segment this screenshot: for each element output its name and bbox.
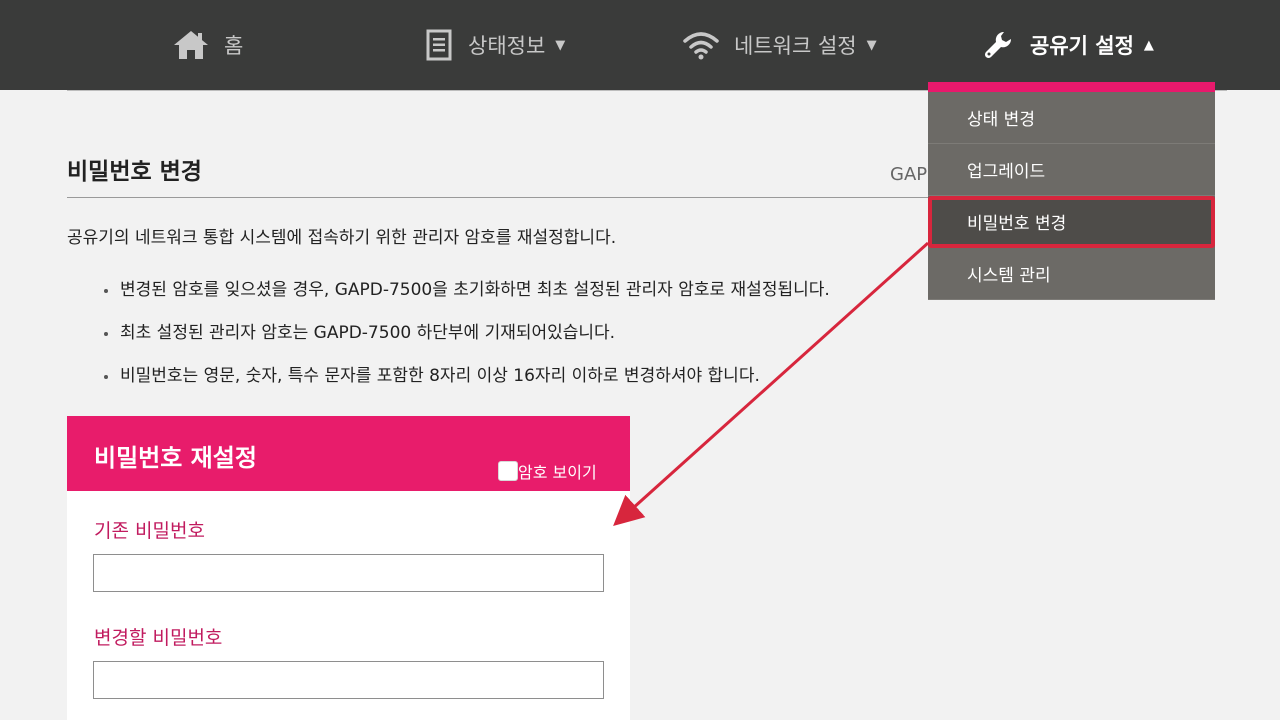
top-navigation: 홈 상태정보 ▼ 네트워크 설정 ▼ 공유기 설정 ▲	[0, 0, 1280, 90]
nav-status-label: 상태정보	[468, 34, 546, 58]
show-password-checkbox[interactable]	[498, 461, 518, 481]
menu-item-upgrade[interactable]: 업그레이드	[928, 144, 1215, 196]
new-password-label: 변경할 비밀번호	[94, 627, 223, 649]
show-password-toggle[interactable]: 암호 보이기	[498, 459, 597, 483]
current-password-label: 기존 비밀번호	[94, 520, 205, 542]
panel-header: 비밀번호 재설정 암호 보이기	[67, 416, 630, 491]
nav-router-label: 공유기 설정	[1030, 34, 1134, 58]
page-title: 비밀번호 변경	[67, 159, 202, 185]
new-password-input[interactable]	[93, 661, 604, 699]
list-item: 최초 설정된 관리자 암호는 GAPD-7500 하단부에 기재되어있습니다.	[104, 320, 830, 363]
panel-title: 비밀번호 재설정	[94, 444, 257, 472]
router-settings-dropdown: 상태 변경 업그레이드 비밀번호 변경 시스템 관리	[928, 82, 1215, 300]
page-description: 공유기의 네트워크 통합 시스템에 접속하기 위한 관리자 암호를 재설정합니다…	[67, 228, 617, 248]
current-password-input[interactable]	[93, 554, 604, 592]
nav-router-settings[interactable]: 공유기 설정 ▲	[982, 0, 1154, 90]
show-password-label: 암호 보이기	[518, 463, 597, 482]
document-icon	[424, 28, 454, 62]
info-list: 변경된 암호를 잊으셨을 경우, GAPD-7500을 초기화하면 최초 설정된…	[104, 277, 830, 406]
home-icon	[172, 28, 210, 62]
wifi-icon	[682, 30, 720, 60]
list-item: 변경된 암호를 잊으셨을 경우, GAPD-7500을 초기화하면 최초 설정된…	[104, 277, 830, 320]
nav-home-label: 홈	[224, 34, 244, 58]
menu-item-status-change[interactable]: 상태 변경	[928, 92, 1215, 144]
list-item: 비밀번호는 영문, 숫자, 특수 문자를 포함한 8자리 이상 16자리 이하로…	[104, 363, 830, 406]
password-reset-panel: 비밀번호 재설정 암호 보이기 기존 비밀번호 변경할 비밀번호	[67, 416, 630, 720]
caret-down-icon: ▼	[555, 37, 566, 53]
caret-down-icon: ▼	[866, 37, 877, 53]
nav-status[interactable]: 상태정보 ▼	[424, 0, 565, 90]
wrench-icon	[982, 28, 1016, 62]
caret-up-icon: ▲	[1143, 37, 1154, 53]
menu-item-system-management[interactable]: 시스템 관리	[928, 248, 1215, 300]
menu-item-password-change[interactable]: 비밀번호 변경	[928, 196, 1215, 248]
nav-home[interactable]: 홈	[172, 0, 243, 90]
nav-network[interactable]: 네트워크 설정 ▼	[682, 0, 877, 90]
nav-network-label: 네트워크 설정	[734, 34, 857, 58]
title-divider	[67, 197, 937, 198]
